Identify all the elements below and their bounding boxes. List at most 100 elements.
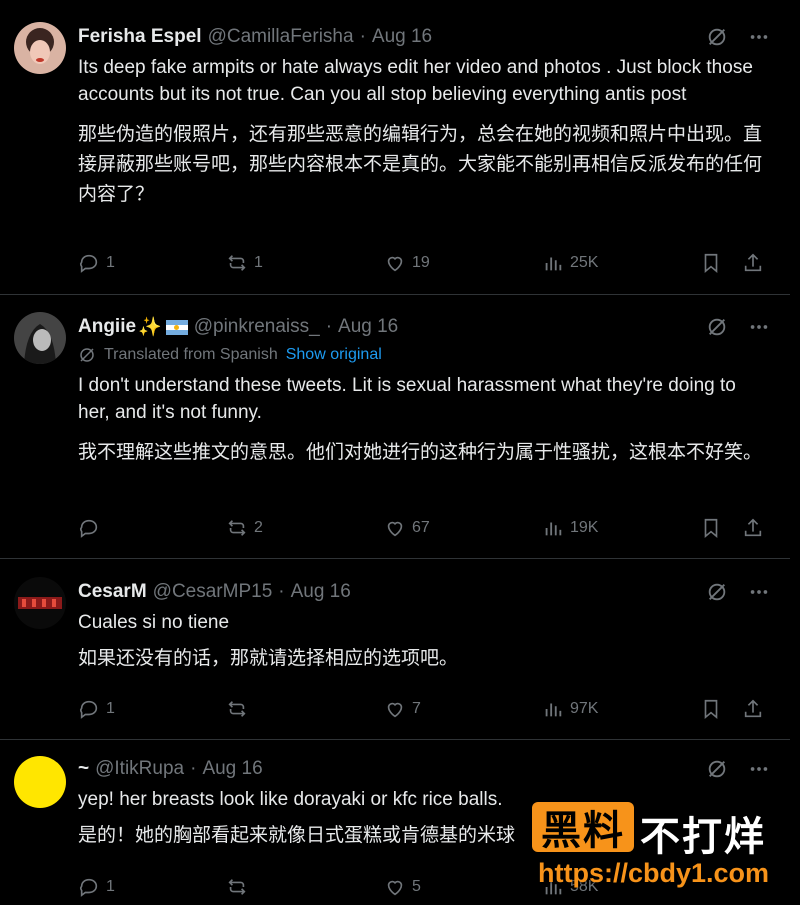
bookmark-icon bbox=[704, 253, 718, 274]
view-count: 25K bbox=[570, 254, 599, 271]
share-button[interactable] bbox=[742, 698, 764, 720]
bookmark-button[interactable] bbox=[700, 252, 742, 274]
timestamp[interactable]: Aug 16 bbox=[291, 581, 351, 603]
retweet-button[interactable]: 2 bbox=[226, 517, 384, 539]
like-button[interactable]: 67 bbox=[384, 517, 542, 539]
reply-button[interactable] bbox=[78, 517, 226, 539]
like-button[interactable]: 7 bbox=[384, 698, 542, 720]
handle[interactable]: @ItikRupa bbox=[95, 758, 184, 780]
reply-count: 1 bbox=[106, 700, 115, 717]
reply-count: 1 bbox=[106, 878, 115, 895]
reply-button[interactable]: 1 bbox=[78, 698, 226, 720]
display-name[interactable]: CesarM bbox=[78, 581, 147, 603]
retweet-button[interactable] bbox=[226, 698, 384, 720]
bookmark-button[interactable] bbox=[700, 517, 742, 539]
separator: · bbox=[278, 581, 285, 602]
tweet-text: Cuales si no tiene bbox=[78, 612, 230, 633]
retweet-icon bbox=[228, 520, 246, 536]
retweet-icon bbox=[228, 255, 246, 271]
more-icon[interactable] bbox=[748, 581, 770, 603]
avatar[interactable] bbox=[14, 756, 66, 808]
watermark-url: https://cbdy1.com bbox=[538, 858, 770, 888]
reply-icon bbox=[79, 878, 98, 897]
tweet-content: CesarM @CesarMP15 · Aug 16 Cuales si no … bbox=[78, 577, 770, 674]
reply-button[interactable]: 1 bbox=[78, 252, 226, 274]
tweet[interactable]: Ferisha Espel @CamillaFerisha · Aug 16 I… bbox=[0, 0, 790, 295]
separator: · bbox=[325, 316, 333, 337]
grok-icon[interactable] bbox=[706, 581, 728, 603]
reply-icon bbox=[79, 519, 98, 538]
retweet-count: 2 bbox=[254, 519, 263, 536]
display-name[interactable]: Ferisha Espel bbox=[78, 26, 202, 48]
views-icon bbox=[545, 522, 562, 536]
translate-icon bbox=[80, 348, 94, 362]
reply-icon bbox=[79, 700, 98, 719]
separator: · bbox=[359, 26, 366, 47]
views-button[interactable]: 25K bbox=[542, 252, 700, 274]
action-bar: 1 7 97K bbox=[78, 694, 770, 724]
argentina-flag-icon bbox=[165, 319, 188, 335]
retweet-button[interactable]: 1 bbox=[226, 252, 384, 274]
avatar[interactable] bbox=[14, 577, 66, 629]
translated-label: Translated from Spanish bbox=[104, 346, 278, 363]
views-icon bbox=[545, 257, 562, 271]
share-button[interactable] bbox=[742, 517, 764, 539]
like-count: 5 bbox=[412, 878, 421, 895]
like-button[interactable]: 19 bbox=[384, 252, 542, 274]
bookmark-icon bbox=[704, 518, 718, 539]
translation-notice: Translated from Spanish Show original bbox=[78, 342, 770, 368]
reply-feed: Ferisha Espel @CamillaFerisha · Aug 16 I… bbox=[0, 0, 790, 905]
more-icon[interactable] bbox=[748, 316, 770, 338]
tweet-content: Angiie ✨ @pinkrenaiss_ · Aug 16 Translat bbox=[78, 312, 770, 468]
share-icon bbox=[744, 253, 762, 272]
tweet-translation: 我不理解这些推文的意思。他们对她进行的这种行为属于性骚扰，这根本不好笑。 bbox=[78, 442, 763, 463]
timestamp[interactable]: Aug 16 bbox=[338, 316, 398, 338]
tweet-header: Angiie ✨ @pinkrenaiss_ · Aug 16 bbox=[78, 312, 770, 342]
like-count: 19 bbox=[412, 254, 430, 271]
tweet-text: I don't understand these tweets. Lit is … bbox=[78, 375, 736, 423]
tweet[interactable]: Angiie ✨ @pinkrenaiss_ · Aug 16 Translat bbox=[0, 295, 790, 559]
avatar[interactable] bbox=[14, 22, 66, 74]
timestamp[interactable]: Aug 16 bbox=[202, 758, 262, 780]
show-original-link[interactable]: Show original bbox=[286, 346, 382, 364]
retweet-button[interactable] bbox=[226, 876, 384, 898]
tweet-translation: 如果还没有的话，那就请选择相应的选项吧。 bbox=[78, 648, 459, 669]
reply-count: 1 bbox=[106, 254, 115, 271]
handle[interactable]: @CamillaFerisha bbox=[208, 26, 354, 48]
reply-button[interactable]: 1 bbox=[78, 876, 226, 898]
retweet-icon bbox=[228, 879, 246, 895]
like-count: 7 bbox=[412, 700, 421, 717]
display-name[interactable]: Angiie bbox=[78, 316, 136, 338]
tweet-translation: 那些伪造的假照片，还有那些恶意的编辑行为，总会在她的视频和照片中出现。直接屏蔽那… bbox=[78, 124, 763, 205]
separator: · bbox=[190, 758, 197, 779]
retweet-count: 1 bbox=[254, 254, 263, 271]
view-count: 97K bbox=[570, 700, 599, 717]
handle[interactable]: @pinkrenaiss_ bbox=[194, 316, 320, 338]
view-count: 19K bbox=[570, 519, 599, 536]
share-button[interactable] bbox=[742, 252, 764, 274]
views-icon bbox=[545, 703, 562, 717]
more-icon[interactable] bbox=[748, 758, 770, 780]
tweet-header: ~ @ItikRupa · Aug 16 bbox=[78, 754, 770, 784]
share-icon bbox=[744, 518, 762, 537]
retweet-icon bbox=[228, 701, 246, 717]
handle[interactable]: @CesarMP15 bbox=[153, 581, 273, 603]
tweet[interactable]: CesarM @CesarMP15 · Aug 16 Cuales si no … bbox=[0, 559, 790, 740]
timestamp[interactable]: Aug 16 bbox=[372, 26, 432, 48]
grok-icon[interactable] bbox=[706, 26, 728, 48]
like-button[interactable]: 5 bbox=[384, 876, 542, 898]
display-name[interactable]: ~ bbox=[78, 758, 89, 780]
watermark-text: 不打烊 bbox=[640, 815, 766, 859]
avatar[interactable] bbox=[14, 312, 66, 364]
views-button[interactable]: 19K bbox=[542, 517, 700, 539]
tweet-header: CesarM @CesarMP15 · Aug 16 bbox=[78, 577, 770, 607]
bookmark-button[interactable] bbox=[700, 698, 742, 720]
grok-icon[interactable] bbox=[706, 758, 728, 780]
tweet-content: Ferisha Espel @CamillaFerisha · Aug 16 I… bbox=[78, 22, 770, 210]
heart-icon bbox=[387, 702, 403, 718]
views-button[interactable]: 97K bbox=[542, 698, 700, 720]
grok-icon[interactable] bbox=[706, 316, 728, 338]
more-icon[interactable] bbox=[748, 26, 770, 48]
sparkles-icon: ✨ bbox=[138, 317, 162, 338]
like-count: 67 bbox=[412, 519, 430, 536]
